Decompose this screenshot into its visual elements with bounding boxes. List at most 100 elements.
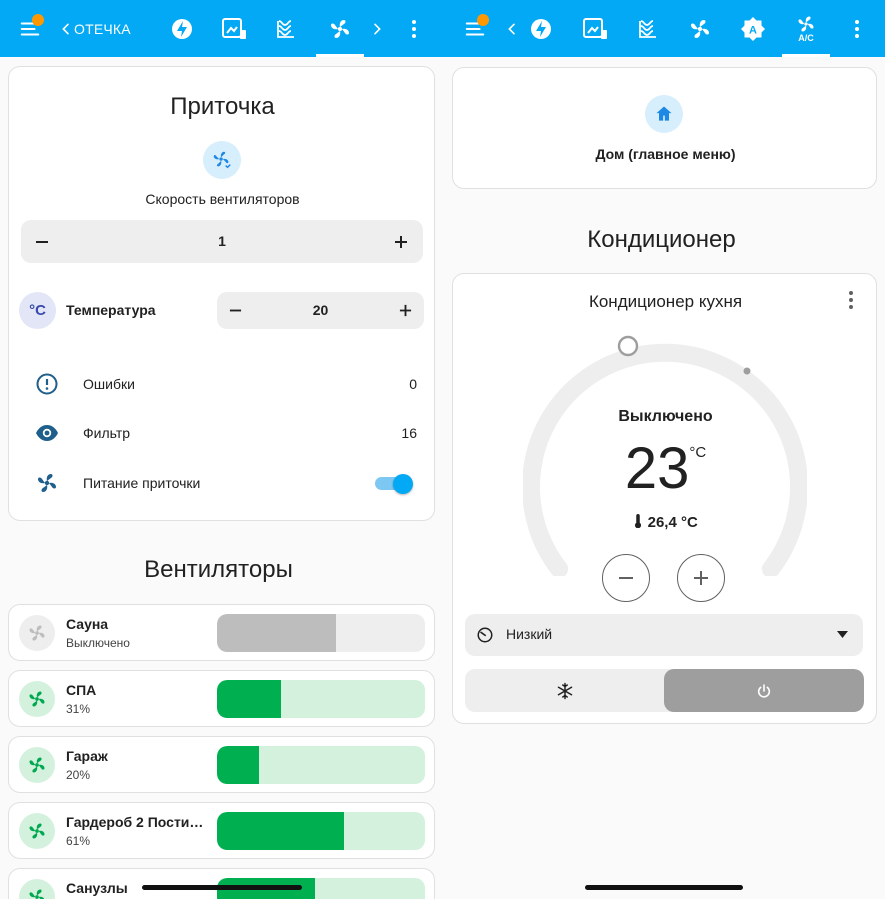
breadcrumb[interactable]: ОТЕЧКА bbox=[58, 0, 148, 57]
errors-label: Ошибки bbox=[83, 376, 135, 392]
home-icon bbox=[656, 106, 672, 121]
chevron-left-icon bbox=[508, 23, 515, 34]
celsius-icon: °C bbox=[29, 302, 46, 319]
fan-row[interactable]: Гардероб 2 Пости… 61% bbox=[8, 802, 435, 859]
off-mode-button[interactable] bbox=[664, 669, 864, 712]
speedometer-icon bbox=[477, 627, 493, 643]
fan-speed-stepper: 1 bbox=[21, 220, 423, 263]
dropdown-arrow-icon bbox=[837, 631, 848, 638]
fan-speed-slider[interactable] bbox=[217, 812, 425, 850]
climate-card: Кондиционер кухня Выключено 23°C 26,4 °C… bbox=[452, 273, 877, 724]
current-temp: 26,4 °C bbox=[647, 514, 698, 531]
fan-icon bbox=[29, 691, 45, 707]
fan-toggle-button[interactable] bbox=[19, 813, 55, 849]
current-temp-marker bbox=[743, 367, 751, 375]
fan-row[interactable]: СПА 31% bbox=[8, 670, 435, 727]
fan-name: Гардероб 2 Пости… bbox=[66, 814, 204, 830]
supply-title: Приточка bbox=[170, 93, 275, 120]
fan-icon bbox=[331, 19, 349, 38]
fan-row[interactable]: Сауна Выключено bbox=[8, 604, 435, 661]
filter-value: 16 bbox=[401, 425, 417, 441]
top-app-bar: A A/C bbox=[443, 0, 885, 57]
fan-row[interactable]: Санузлы bbox=[8, 868, 435, 899]
tab-monitor[interactable] bbox=[212, 0, 256, 57]
hvac-state: Выключено bbox=[618, 408, 713, 425]
power-toggle[interactable] bbox=[375, 474, 413, 494]
fan-speed-value: 1 bbox=[218, 233, 226, 249]
tab-energy[interactable] bbox=[519, 0, 563, 57]
fan-mode-select[interactable]: Низкий bbox=[465, 614, 863, 656]
fan-row[interactable]: Гараж 20% bbox=[8, 736, 435, 793]
fan-toggle-button[interactable] bbox=[19, 681, 55, 717]
temperature-icon-button[interactable]: °C bbox=[19, 292, 56, 329]
menu-button[interactable] bbox=[453, 0, 497, 57]
tab-monitor[interactable] bbox=[573, 0, 617, 57]
dial-handle[interactable] bbox=[617, 335, 639, 357]
ac-section-title: Кондиционер bbox=[587, 226, 736, 253]
fan-icon bbox=[691, 19, 709, 38]
tab-scroll-forward[interactable] bbox=[364, 0, 390, 57]
eye-icon bbox=[36, 425, 58, 441]
home-icon-button[interactable] bbox=[645, 95, 683, 133]
fan-state: 61% bbox=[66, 834, 91, 848]
tab-energy[interactable] bbox=[160, 0, 204, 57]
fan-speed-slider[interactable] bbox=[217, 680, 425, 718]
fan-icon bbox=[29, 889, 45, 899]
minus-icon bbox=[619, 577, 633, 579]
overflow-menu-button[interactable] bbox=[841, 0, 873, 57]
tab-radiator[interactable] bbox=[626, 0, 670, 57]
menu-button[interactable] bbox=[8, 0, 52, 57]
overflow-menu-button[interactable] bbox=[398, 0, 430, 57]
plus-icon[interactable] bbox=[394, 235, 408, 249]
errors-value: 0 bbox=[409, 376, 417, 392]
plus-icon[interactable] bbox=[399, 304, 412, 317]
fan-icon bbox=[29, 757, 45, 773]
fan-speed-label: Скорость вентиляторов bbox=[145, 191, 300, 207]
fan-toggle-button[interactable] bbox=[19, 615, 55, 651]
bolt-icon bbox=[172, 18, 192, 39]
temp-decrease-button[interactable] bbox=[602, 554, 650, 602]
left-pane: ОТЕЧКА Приточка Скорость вентиляторов 1 bbox=[0, 0, 443, 899]
fan-toggle-button[interactable] bbox=[19, 747, 55, 783]
temperature-stepper: 20 bbox=[217, 292, 424, 329]
tab-auto[interactable]: A bbox=[731, 0, 775, 57]
fan-speed-slider[interactable] bbox=[217, 746, 425, 784]
radiator-icon bbox=[639, 19, 656, 38]
bolt-icon bbox=[531, 18, 551, 39]
fan-state: Выключено bbox=[66, 636, 130, 650]
fan-state: 20% bbox=[66, 768, 91, 782]
power-icon bbox=[757, 683, 771, 698]
power-label: Питание приточки bbox=[83, 475, 201, 491]
tab-fans[interactable] bbox=[316, 0, 364, 57]
hvac-mode-buttons bbox=[465, 669, 864, 712]
climate-title: Кондиционер кухня bbox=[588, 292, 743, 311]
more-vert-icon bbox=[855, 19, 859, 38]
fan-toggle-button[interactable] bbox=[19, 879, 55, 899]
top-app-bar: ОТЕЧКА bbox=[0, 0, 443, 57]
temp-increase-button[interactable] bbox=[677, 554, 725, 602]
home-indicator bbox=[142, 885, 302, 890]
more-vert-icon[interactable] bbox=[848, 290, 854, 310]
tab-ac[interactable]: A/C bbox=[782, 0, 830, 57]
fan-speed-slider[interactable] bbox=[217, 614, 425, 652]
ac-tab-label: A/C bbox=[798, 32, 814, 43]
fan-icon bbox=[798, 16, 814, 31]
tab-radiator[interactable] bbox=[264, 0, 308, 57]
home-label: Дом (главное меню) bbox=[595, 146, 736, 162]
fan-name: Сауна bbox=[66, 616, 109, 632]
temperature-value: 20 bbox=[312, 302, 329, 318]
temperature-label: Температура bbox=[66, 302, 156, 318]
notification-dot bbox=[32, 14, 44, 26]
fan-speed-fill bbox=[217, 680, 282, 718]
target-temp-display: 23°C bbox=[453, 436, 878, 502]
home-card[interactable]: Дом (главное меню) bbox=[452, 67, 877, 189]
breadcrumb-label: ОТЕЧКА bbox=[74, 20, 131, 37]
fan-name: Гараж bbox=[66, 748, 108, 764]
supply-fan-button[interactable] bbox=[203, 141, 241, 179]
fan-speed-fill bbox=[217, 812, 344, 850]
tab-fans[interactable] bbox=[678, 0, 722, 57]
cool-mode-button[interactable] bbox=[465, 669, 664, 712]
fan-state: 31% bbox=[66, 702, 91, 716]
fan-speed-fill bbox=[217, 746, 259, 784]
target-temp: 23 bbox=[624, 436, 690, 501]
